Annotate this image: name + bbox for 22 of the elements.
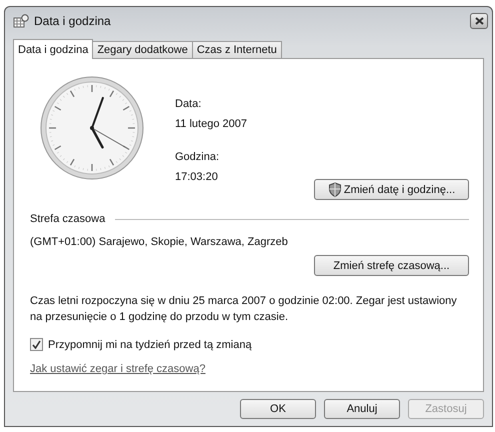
close-icon — [474, 17, 484, 25]
time-value: 17:03:20 — [175, 170, 219, 185]
time-zone-text: (GMT+01:00) Sarajewo, Skopie, Warszawa, Zagrzeb — [30, 236, 289, 248]
window-title: Data i godzina — [34, 14, 112, 28]
dialog-button[interactable]: OK — [240, 399, 316, 419]
close-button[interactable] — [470, 13, 488, 29]
dialog-button[interactable]: Anuluj — [324, 399, 400, 419]
tab[interactable]: Czas z Internetu — [192, 41, 282, 58]
checkbox-label: Przypomnij mi na tydzień przed tą zmianą — [48, 338, 252, 350]
shield-icon — [328, 182, 342, 197]
checkbox[interactable] — [30, 338, 43, 351]
daylight-saving-info: Czas letni rozpoczyna się w dniu 25 marca 2007 o godzinie 02:00. Zegar jest ustawiony na przesunięcie o 1 godzinę do przodu w tym czasie. — [30, 294, 458, 325]
tab[interactable]: Zegary dodatkowe — [92, 41, 193, 58]
calendar-clock-icon — [13, 14, 29, 28]
date-value: 11 lutego 2007 — [175, 117, 247, 132]
tab[interactable]: Data i godzina — [13, 39, 94, 59]
time-label: Godzina: — [175, 150, 220, 165]
section-heading: Strefa czasowa — [30, 213, 106, 225]
help-link[interactable]: Jak ustawić zegar i strefę czasową? — [30, 363, 206, 375]
change-date-time-button[interactable]: Zmień datę i godzinę... — [314, 179, 469, 200]
date-label: Data: — [175, 97, 202, 112]
change-time-zone-button[interactable]: Zmień strefę czasową... — [314, 255, 469, 276]
